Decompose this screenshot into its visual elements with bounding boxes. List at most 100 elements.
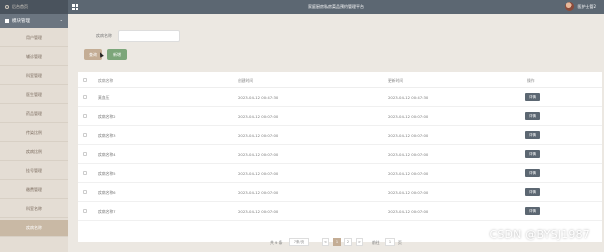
top-header: 家庭厨房私房菜品预约管理平台 医护士管2 <box>68 0 604 14</box>
sidebar-item-assist[interactable]: 辅诊管理 <box>0 49 68 66</box>
select-all-checkbox[interactable] <box>83 78 87 82</box>
cell-name: 莫血压 <box>98 95 110 100</box>
table-row: 疾病名称7 2023-04-12 00:07:00 2023-04-12 00:… <box>78 202 602 221</box>
cell-name: 疾病名称6 <box>98 190 116 195</box>
user-menu[interactable]: 医护士管2 <box>565 2 596 11</box>
cell-created: 2023-04-12 00:07:00 <box>238 133 279 138</box>
goto-label: 前往 <box>372 240 380 245</box>
cell-created: 2023-04-12 00:07:00 <box>238 171 279 176</box>
search-label: 疾病名称 <box>96 33 112 38</box>
page-unit-label: 页 <box>398 240 402 245</box>
row-checkbox[interactable] <box>83 209 87 213</box>
sidebar-item-label: 缴费管理 <box>26 187 42 192</box>
detail-button[interactable]: 详情 <box>525 112 540 120</box>
next-page-button[interactable]: > <box>356 238 363 246</box>
main-content: 疾病名称 查询 新增 疾病名称 创建时间 更新时间 操作 莫血压 2023-04… <box>68 14 604 252</box>
cell-updated: 2023-04-12 00:07:00 <box>388 190 429 195</box>
table-row: 疾病名称5 2023-04-12 00:07:00 2023-04-12 00:… <box>78 164 602 183</box>
row-checkbox[interactable] <box>83 190 87 194</box>
detail-button[interactable]: 详情 <box>525 169 540 177</box>
goto-page-input[interactable]: 1 <box>385 238 395 246</box>
detail-button-label: 详情 <box>529 113 536 118</box>
sidebar-item-medicine[interactable]: 药品管理 <box>0 106 68 123</box>
sidebar-item-payment[interactable]: 缴费管理 <box>0 182 68 199</box>
search-row: 疾病名称 <box>96 30 180 42</box>
detail-button[interactable]: 详情 <box>525 131 540 139</box>
sidebar-item-label: 药品管理 <box>26 111 42 116</box>
page-number: 1 <box>335 240 339 244</box>
cell-created: 2023-04-12 00:47:30 <box>238 95 279 100</box>
cell-name: 疾病名称4 <box>98 152 116 157</box>
goto-page-value: 1 <box>388 240 392 244</box>
cell-updated: 2023-04-12 00:07:00 <box>388 152 429 157</box>
detail-button[interactable]: 详情 <box>525 150 540 158</box>
sidebar-item-label: 挂号管理 <box>26 168 42 173</box>
sidebar-item-registration[interactable]: 挂号管理 <box>0 163 68 180</box>
grid-icon <box>5 19 9 23</box>
page-number: 2 <box>346 240 350 244</box>
user-name: 医护士管2 <box>577 3 596 9</box>
add-button[interactable]: 新增 <box>107 49 127 60</box>
sidebar-item-doctor[interactable]: 医生管理 <box>0 87 68 104</box>
cell-created: 2023-04-12 00:07:00 <box>238 114 279 119</box>
app-title: 家庭厨房私房菜品预约管理平台 <box>308 4 364 9</box>
detail-button[interactable]: 详情 <box>525 188 540 196</box>
page-size-select[interactable]: 7条/页 <box>289 238 309 246</box>
row-checkbox[interactable] <box>83 133 87 137</box>
chevron-up-icon: ⌃ <box>59 18 63 24</box>
sidebar-item-label: 辅诊管理 <box>26 54 42 59</box>
page-button[interactable]: 1 <box>333 238 341 246</box>
data-table: 疾病名称 创建时间 更新时间 操作 莫血压 2023-04-12 00:47:3… <box>78 72 602 242</box>
detail-button-label: 详情 <box>529 189 536 194</box>
search-button-label: 查询 <box>89 51 97 57</box>
sidebar-item-label: 科室名称 <box>26 206 42 211</box>
cell-updated: 2023-04-12 00:47:30 <box>388 95 429 100</box>
row-checkbox[interactable] <box>83 171 87 175</box>
cell-name: 疾病名称7 <box>98 209 116 214</box>
cell-created: 2023-04-12 00:07:00 <box>238 209 279 214</box>
sidebar-item-label: 用户管理 <box>26 35 42 40</box>
chevron-left-icon: < <box>324 240 327 244</box>
row-checkbox[interactable] <box>83 95 87 99</box>
watermark: CSDN @BYSJ1987 <box>489 228 590 241</box>
cell-updated: 2023-04-12 00:07:00 <box>388 171 429 176</box>
detail-button-label: 详情 <box>529 94 536 99</box>
table-row: 疾病名称6 2023-04-12 00:07:00 2023-04-12 00:… <box>78 183 602 202</box>
sidebar-item-disease-ratio[interactable]: 疾病比例 <box>0 144 68 161</box>
table-header: 疾病名称 创建时间 更新时间 操作 <box>78 72 602 88</box>
row-checkbox[interactable] <box>83 152 87 156</box>
pagination-total: 共 9 条 <box>270 240 283 245</box>
prev-page-button[interactable]: < <box>322 238 329 246</box>
table-row: 莫血压 2023-04-12 00:47:30 2023-04-12 00:47… <box>78 88 602 107</box>
page-size-value: 7条/页 <box>293 239 305 244</box>
search-input[interactable] <box>118 30 180 42</box>
avatar <box>565 2 575 11</box>
column-header-actions: 操作 <box>527 78 535 83</box>
module-menu-toggle[interactable]: 模块管理 ⌃ <box>0 14 68 28</box>
column-header-created[interactable]: 创建时间 <box>238 78 253 84</box>
home-link[interactable]: 后台首页 <box>0 0 68 14</box>
cell-updated: 2023-04-12 00:07:00 <box>388 133 429 138</box>
sidebar-item-user[interactable]: 用户管理 <box>0 30 68 47</box>
sidebar-menu: 用户管理 辅诊管理 科室管理 医生管理 药品管理 传染比例 疾病比例 挂号管理 … <box>0 28 68 252</box>
mouse-cursor-icon <box>98 51 104 58</box>
column-header-name[interactable]: 疾病名称 <box>98 78 113 84</box>
sidebar-item-label: 传染比例 <box>26 130 42 135</box>
cell-updated: 2023-04-12 00:07:00 <box>388 114 429 119</box>
detail-button[interactable]: 详情 <box>525 207 540 215</box>
cell-created: 2023-04-12 00:07:00 <box>238 190 279 195</box>
table-row: 疾病名称2 2023-04-12 00:07:00 2023-04-12 00:… <box>78 107 602 126</box>
sidebar-item-department-name[interactable]: 科室名称 <box>0 201 68 218</box>
column-header-updated[interactable]: 更新时间 <box>388 78 403 84</box>
row-checkbox[interactable] <box>83 114 87 118</box>
table-row: 疾病名称4 2023-04-12 00:07:00 2023-04-12 00:… <box>78 145 602 164</box>
sidebar-item-label: 疾病名称 <box>26 225 42 230</box>
detail-button-label: 详情 <box>529 132 536 137</box>
sidebar-item-department[interactable]: 科室管理 <box>0 68 68 85</box>
sidebar-item-infection-ratio[interactable]: 传染比例 <box>0 125 68 142</box>
sidebar-item-label: 疾病比例 <box>26 149 42 154</box>
detail-button[interactable]: 详情 <box>525 93 540 101</box>
page-button[interactable]: 2 <box>344 238 352 246</box>
sidebar-item-disease-name[interactable]: 疾病名称 <box>0 220 68 237</box>
cell-updated: 2023-04-12 00:07:00 <box>388 209 429 214</box>
